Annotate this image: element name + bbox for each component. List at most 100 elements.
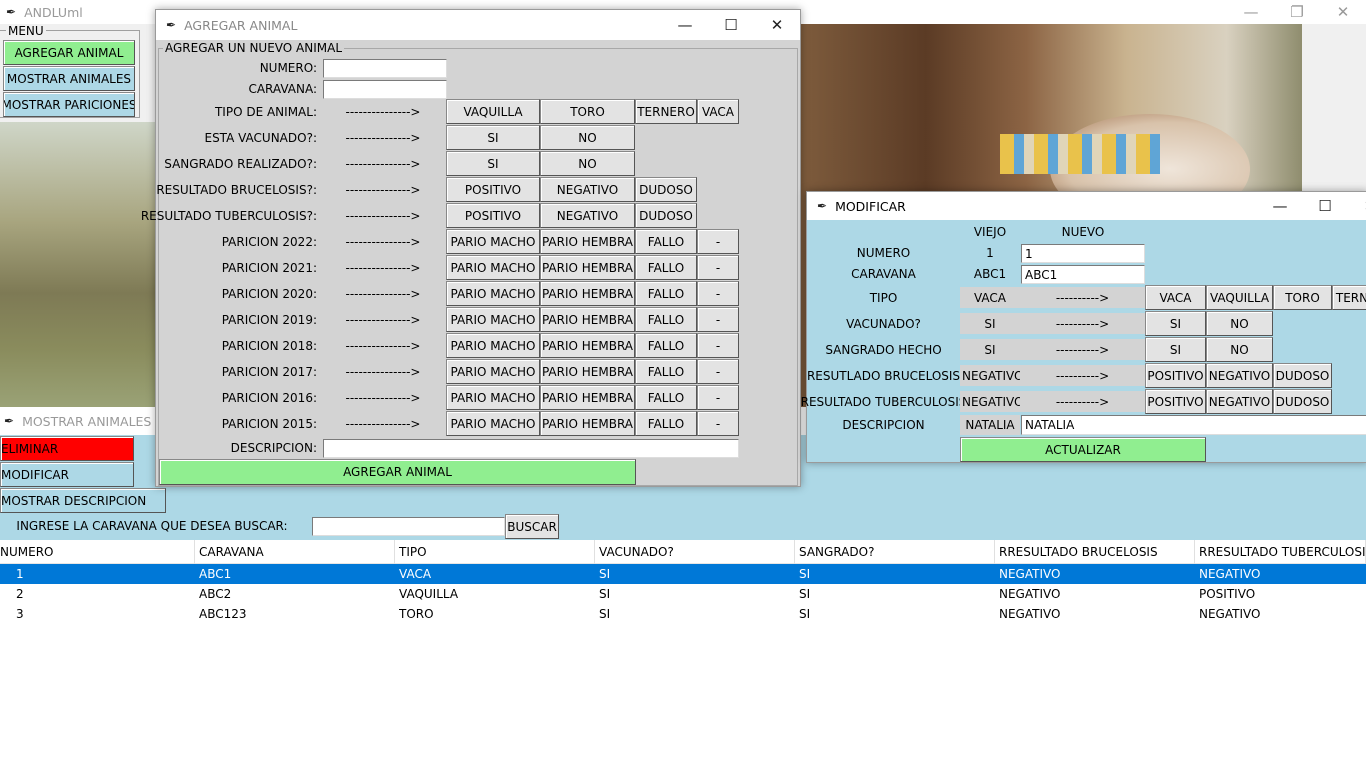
option-button-negativo[interactable]: NEGATIVO bbox=[540, 203, 635, 228]
minimize-icon[interactable]: — bbox=[662, 10, 708, 40]
option-button-vaquilla[interactable]: VAQUILLA bbox=[446, 99, 540, 124]
option-button-dash[interactable]: - bbox=[697, 255, 739, 280]
modificar-titlebar[interactable]: ✒ MODIFICAR — ☐ ✕ bbox=[807, 192, 1366, 220]
caravana-input[interactable] bbox=[323, 80, 447, 99]
option-button-no[interactable]: NO bbox=[540, 151, 635, 176]
minimize-icon[interactable]: — bbox=[1257, 192, 1303, 220]
option-button-pario-macho[interactable]: PARIO MACHO bbox=[446, 229, 540, 254]
option-button-si[interactable]: SI bbox=[446, 151, 540, 176]
option-button-vaca[interactable]: VACA bbox=[697, 99, 739, 124]
option-button-fallo[interactable]: FALLO bbox=[635, 411, 697, 436]
option-button-fallo[interactable]: FALLO bbox=[635, 281, 697, 306]
option-button-positivo[interactable]: POSITIVO bbox=[446, 203, 540, 228]
eliminar-button[interactable]: ELIMINAR bbox=[0, 436, 134, 461]
mod-option-button-dudoso[interactable]: DUDOSO bbox=[1273, 389, 1332, 414]
modificar-button[interactable]: MODIFICAR bbox=[0, 462, 134, 487]
option-button-toro[interactable]: TORO bbox=[540, 99, 635, 124]
option-button-dash[interactable]: - bbox=[697, 411, 739, 436]
mod-option-button-tern[interactable]: TERN bbox=[1332, 285, 1366, 310]
agregar-row-label-resultado-brucelosis: RESULTADO BRUCELOSIS?: bbox=[156, 183, 317, 197]
col-tuberculosis-header[interactable]: RRESULTADO TUBERCULOSIS bbox=[1195, 540, 1366, 564]
option-button-si[interactable]: SI bbox=[446, 125, 540, 150]
mod-option-button-vaca[interactable]: VACA bbox=[1145, 285, 1206, 310]
option-button-pario-macho[interactable]: PARIO MACHO bbox=[446, 281, 540, 306]
mod-option-button-negativo[interactable]: NEGATIVO bbox=[1206, 389, 1273, 414]
option-button-fallo[interactable]: FALLO bbox=[635, 359, 697, 384]
table-row[interactable]: 2 ABC2 VAQUILLA SI SI NEGATIVO POSITIVO bbox=[0, 584, 1366, 604]
buscar-button[interactable]: BUSCAR bbox=[505, 514, 559, 539]
mostrar-pariciones-menu-button[interactable]: MOSTRAR PARICIONES bbox=[3, 92, 135, 117]
col-brucelosis-header[interactable]: RRESULTADO BRUCELOSIS bbox=[995, 540, 1195, 564]
mod-option-button-si[interactable]: SI bbox=[1145, 337, 1206, 362]
maximize-icon[interactable]: ☐ bbox=[1302, 192, 1348, 220]
mod-option-button-si[interactable]: SI bbox=[1145, 311, 1206, 336]
mod-option-button-no[interactable]: NO bbox=[1206, 311, 1273, 336]
col-tipo-header[interactable]: TIPO bbox=[395, 540, 595, 564]
mod-option-button-dudoso[interactable]: DUDOSO bbox=[1273, 363, 1332, 388]
option-button-pario-hembra[interactable]: PARIO HEMBRA bbox=[540, 359, 635, 384]
option-button-dudoso[interactable]: DUDOSO bbox=[635, 203, 697, 228]
option-button-dash[interactable]: - bbox=[697, 385, 739, 410]
option-button-pario-hembra[interactable]: PARIO HEMBRA bbox=[540, 333, 635, 358]
col-caravana-header[interactable]: CARAVANA bbox=[195, 540, 395, 564]
option-button-dudoso[interactable]: DUDOSO bbox=[635, 177, 697, 202]
option-button-dash[interactable]: - bbox=[697, 281, 739, 306]
option-button-pario-hembra[interactable]: PARIO HEMBRA bbox=[540, 307, 635, 332]
option-button-pario-macho[interactable]: PARIO MACHO bbox=[446, 359, 540, 384]
option-button-positivo[interactable]: POSITIVO bbox=[446, 177, 540, 202]
mod-option-button-positivo[interactable]: POSITIVO bbox=[1145, 363, 1206, 388]
close-icon[interactable]: ✕ bbox=[754, 10, 800, 40]
option-button-dash[interactable]: - bbox=[697, 307, 739, 332]
option-button-no[interactable]: NO bbox=[540, 125, 635, 150]
actualizar-button[interactable]: ACTUALIZAR bbox=[960, 437, 1206, 462]
option-button-fallo[interactable]: FALLO bbox=[635, 385, 697, 410]
mod-option-button-toro[interactable]: TORO bbox=[1273, 285, 1332, 310]
option-button-pario-macho[interactable]: PARIO MACHO bbox=[446, 255, 540, 280]
option-button-pario-macho[interactable]: PARIO MACHO bbox=[446, 411, 540, 436]
col-numero-header[interactable]: NUMERO bbox=[0, 540, 195, 564]
close-icon[interactable]: ✕ bbox=[1347, 192, 1366, 220]
agregar-animal-menu-button[interactable]: AGREGAR ANIMAL bbox=[3, 40, 135, 65]
descripcion-input[interactable] bbox=[323, 439, 739, 458]
option-button-fallo[interactable]: FALLO bbox=[635, 255, 697, 280]
mod-descripcion-input[interactable]: NATALIA bbox=[1021, 415, 1366, 435]
option-button-dash[interactable]: - bbox=[697, 333, 739, 358]
mod-option-button-no[interactable]: NO bbox=[1206, 337, 1273, 362]
table-cell: 2 bbox=[16, 587, 24, 601]
option-button-fallo[interactable]: FALLO bbox=[635, 333, 697, 358]
option-button-pario-macho[interactable]: PARIO MACHO bbox=[446, 333, 540, 358]
mod-option-button-positivo[interactable]: POSITIVO bbox=[1145, 389, 1206, 414]
agregar-animal-submit-button[interactable]: AGREGAR ANIMAL bbox=[159, 459, 636, 485]
agregar-window-title: AGREGAR ANIMAL bbox=[184, 17, 298, 33]
close-icon[interactable]: ✕ bbox=[1320, 0, 1366, 24]
option-button-ternero[interactable]: TERNERO bbox=[635, 99, 697, 124]
option-button-pario-macho[interactable]: PARIO MACHO bbox=[446, 385, 540, 410]
mostrar-descripcion-button[interactable]: MOSTRAR DESCRIPCION bbox=[0, 488, 166, 513]
option-button-pario-hembra[interactable]: PARIO HEMBRA bbox=[540, 411, 635, 436]
mostrar-animales-menu-button[interactable]: MOSTRAR ANIMALES bbox=[3, 66, 135, 91]
option-button-fallo[interactable]: FALLO bbox=[635, 307, 697, 332]
option-button-dash[interactable]: - bbox=[697, 359, 739, 384]
mod-option-button-vaquilla[interactable]: VAQUILLA bbox=[1206, 285, 1273, 310]
agregar-titlebar[interactable]: ✒ AGREGAR ANIMAL — ☐ ✕ bbox=[156, 10, 800, 40]
option-button-dash[interactable]: - bbox=[697, 229, 739, 254]
table-row[interactable]: 3 ABC123 TORO SI SI NEGATIVO NEGATIVO bbox=[0, 604, 1366, 624]
option-button-pario-macho[interactable]: PARIO MACHO bbox=[446, 307, 540, 332]
table-row[interactable]: 1 ABC1 VACA SI SI NEGATIVO NEGATIVO bbox=[0, 564, 1366, 584]
mod-option-button-negativo[interactable]: NEGATIVO bbox=[1206, 363, 1273, 388]
option-button-negativo[interactable]: NEGATIVO bbox=[540, 177, 635, 202]
search-input[interactable] bbox=[312, 517, 505, 536]
option-button-pario-hembra[interactable]: PARIO HEMBRA bbox=[540, 255, 635, 280]
option-button-pario-hembra[interactable]: PARIO HEMBRA bbox=[540, 229, 635, 254]
option-button-pario-hembra[interactable]: PARIO HEMBRA bbox=[540, 281, 635, 306]
restore-icon[interactable]: ❐ bbox=[1274, 0, 1320, 24]
maximize-icon[interactable]: ☐ bbox=[708, 10, 754, 40]
minimize-icon[interactable]: — bbox=[1228, 0, 1274, 24]
mod-caravana-input[interactable]: ABC1 bbox=[1021, 265, 1145, 284]
option-button-fallo[interactable]: FALLO bbox=[635, 229, 697, 254]
option-button-pario-hembra[interactable]: PARIO HEMBRA bbox=[540, 385, 635, 410]
mod-numero-input[interactable]: 1 bbox=[1021, 244, 1145, 263]
col-sangrado-header[interactable]: SANGRADO? bbox=[795, 540, 995, 564]
numero-input[interactable] bbox=[323, 59, 447, 78]
col-vacunado-header[interactable]: VACUNADO? bbox=[595, 540, 795, 564]
